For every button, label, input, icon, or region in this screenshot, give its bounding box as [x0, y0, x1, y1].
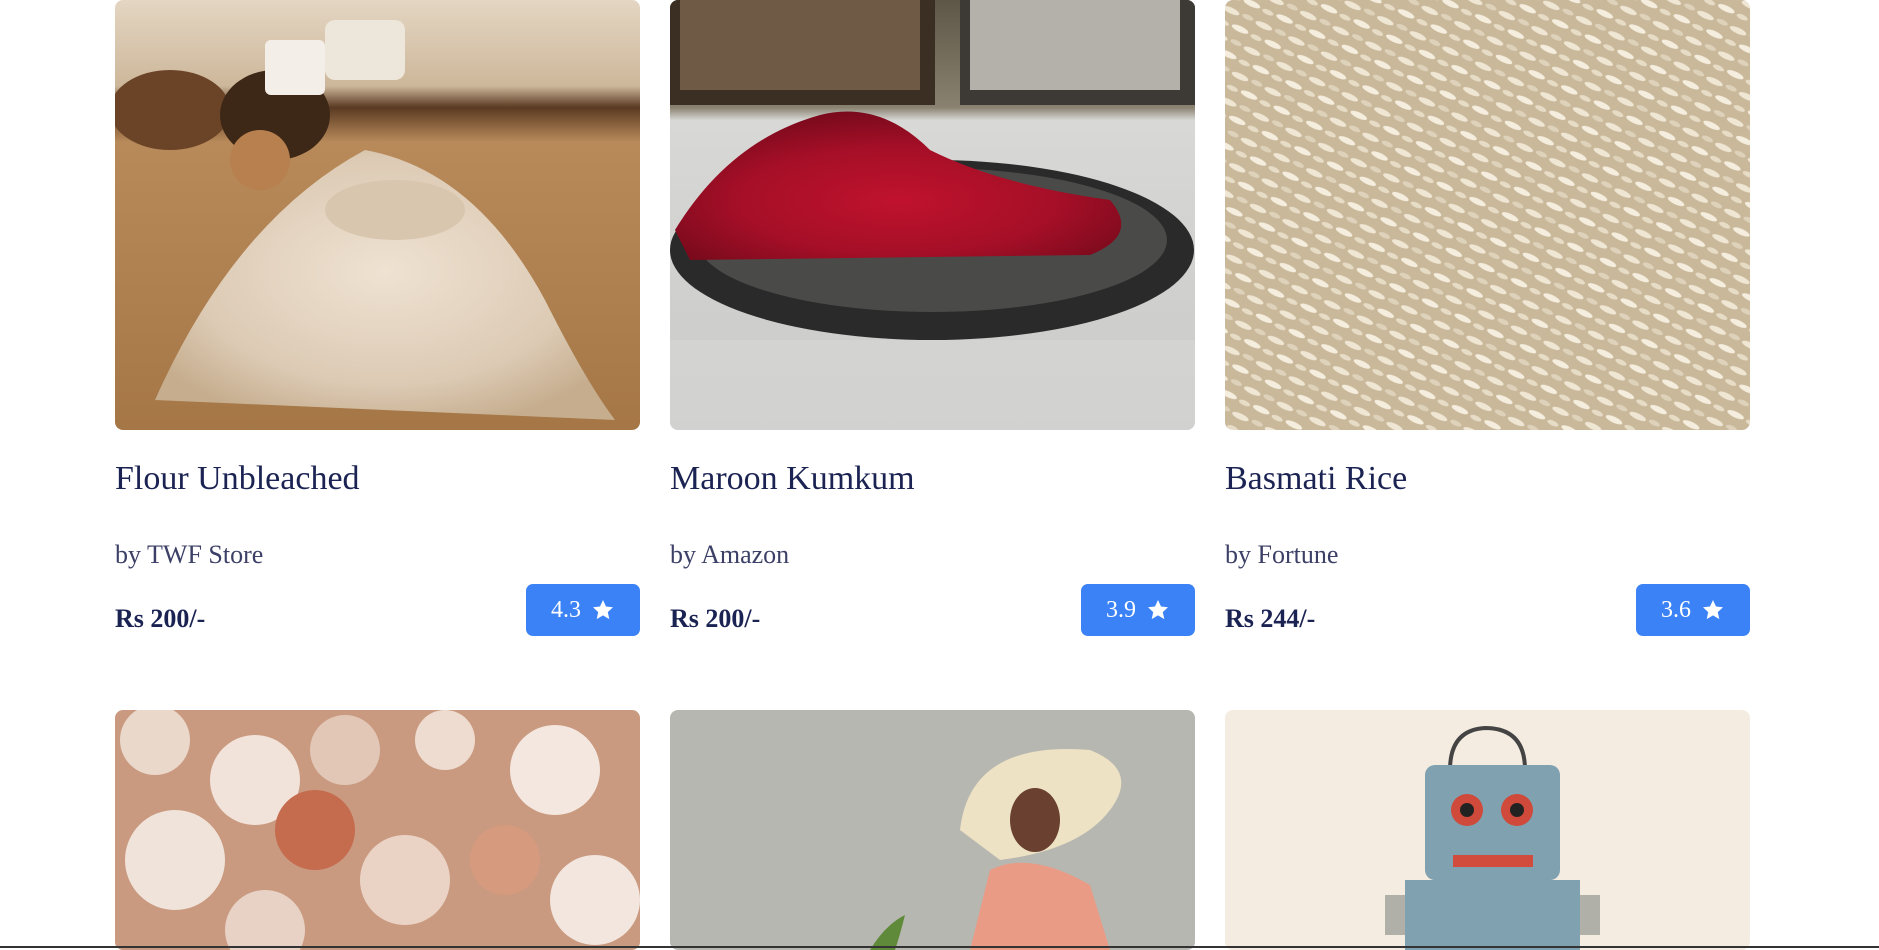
product-image-kumkum[interactable]	[670, 0, 1195, 430]
star-icon	[593, 600, 613, 620]
product-vendor: by Fortune	[1225, 540, 1339, 569]
product-grid: Flour Unbleached by TWF Store Rs 200/- 4…	[115, 0, 1750, 950]
product-image-salt[interactable]	[115, 710, 640, 950]
rating-badge[interactable]: 4.3	[526, 584, 640, 636]
star-icon	[1703, 600, 1723, 620]
product-card[interactable]	[670, 710, 1195, 950]
rating-badge[interactable]: 3.9	[1081, 584, 1195, 636]
product-price: Rs 244/-	[1225, 604, 1316, 633]
product-title[interactable]: Maroon Kumkum	[670, 460, 915, 498]
product-vendor: by Amazon	[670, 540, 790, 569]
product-price: Rs 200/-	[670, 604, 761, 633]
product-image-rice[interactable]	[1225, 0, 1750, 430]
rating-badge[interactable]: 3.6	[1636, 584, 1750, 636]
product-card[interactable]: Basmati Rice by Fortune Rs 244/- 3.6	[1225, 0, 1750, 710]
product-image-toy-robot[interactable]	[1225, 710, 1750, 950]
product-vendor: by TWF Store	[115, 540, 264, 569]
product-card[interactable]: Flour Unbleached by TWF Store Rs 200/- 4…	[115, 0, 640, 710]
product-image-flour[interactable]	[115, 0, 640, 430]
product-card[interactable]: Maroon Kumkum by Amazon Rs 200/- 3.9	[670, 0, 1195, 710]
rating-value: 3.6	[1661, 596, 1691, 623]
rating-value: 4.3	[551, 596, 581, 623]
product-price: Rs 200/-	[115, 604, 206, 633]
product-image-woman-in-hat[interactable]	[670, 710, 1195, 950]
product-card[interactable]	[115, 710, 640, 950]
product-card[interactable]	[1225, 710, 1750, 950]
product-title[interactable]: Basmati Rice	[1225, 460, 1407, 498]
star-icon	[1148, 600, 1168, 620]
rating-value: 3.9	[1106, 596, 1136, 623]
product-title[interactable]: Flour Unbleached	[115, 460, 360, 498]
